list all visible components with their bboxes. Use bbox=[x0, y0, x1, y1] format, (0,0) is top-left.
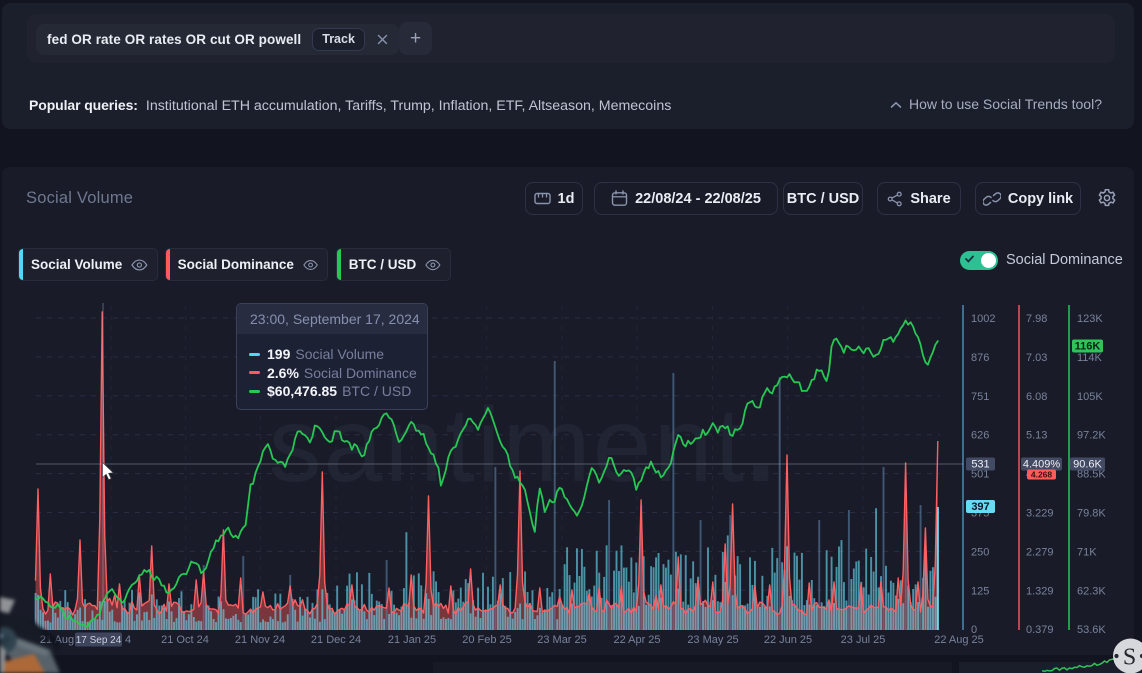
svg-text:397: 397 bbox=[971, 501, 989, 513]
svg-text:23 May 25: 23 May 25 bbox=[687, 634, 738, 646]
svg-text:1002: 1002 bbox=[971, 313, 995, 325]
svg-text:6.08: 6.08 bbox=[1026, 391, 1047, 403]
svg-text:4: 4 bbox=[125, 634, 131, 646]
svg-text:626: 626 bbox=[971, 430, 989, 442]
svg-text:71K: 71K bbox=[1077, 546, 1097, 558]
svg-text:17 Sep 24: 17 Sep 24 bbox=[76, 635, 122, 646]
svg-text:0: 0 bbox=[971, 624, 977, 636]
svg-text:123K: 123K bbox=[1077, 313, 1103, 325]
svg-text:20 Feb 25: 20 Feb 25 bbox=[462, 634, 512, 646]
svg-text:79.8K: 79.8K bbox=[1077, 508, 1106, 520]
svg-text:0.379: 0.379 bbox=[1026, 624, 1054, 636]
svg-text:22 Apr 25: 22 Apr 25 bbox=[613, 634, 660, 646]
svg-text:7.03: 7.03 bbox=[1026, 352, 1047, 364]
svg-text:114K: 114K bbox=[1077, 352, 1103, 364]
svg-text:53.6K: 53.6K bbox=[1077, 624, 1106, 636]
svg-text:S: S bbox=[1123, 645, 1136, 671]
svg-text:876: 876 bbox=[971, 352, 989, 364]
svg-text:531: 531 bbox=[971, 459, 989, 471]
svg-text:105K: 105K bbox=[1077, 391, 1103, 403]
svg-text:97.2K: 97.2K bbox=[1077, 430, 1106, 442]
svg-text:250: 250 bbox=[971, 546, 989, 558]
svg-text:21 Nov 24: 21 Nov 24 bbox=[235, 634, 285, 646]
svg-text:2.279: 2.279 bbox=[1026, 546, 1054, 558]
svg-text:21 Dec 24: 21 Dec 24 bbox=[311, 634, 361, 646]
svg-text:21 Oct 24: 21 Oct 24 bbox=[161, 634, 209, 646]
svg-text:116K: 116K bbox=[1075, 341, 1101, 353]
svg-text:751: 751 bbox=[971, 391, 989, 403]
svg-text:90.6K: 90.6K bbox=[1073, 459, 1102, 471]
svg-text:1.329: 1.329 bbox=[1026, 585, 1054, 597]
svg-text:125: 125 bbox=[971, 585, 989, 597]
svg-text:21 Jan 25: 21 Jan 25 bbox=[388, 634, 436, 646]
svg-text:22 Jun 25: 22 Jun 25 bbox=[764, 634, 812, 646]
svg-text:4.268: 4.268 bbox=[1031, 470, 1053, 480]
svg-text:3.229: 3.229 bbox=[1026, 508, 1054, 520]
svg-text:5.13: 5.13 bbox=[1026, 430, 1047, 442]
svg-text:23 Mar 25: 23 Mar 25 bbox=[537, 634, 587, 646]
svg-text:62.3K: 62.3K bbox=[1077, 585, 1106, 597]
svg-text:7.98: 7.98 bbox=[1026, 313, 1047, 325]
svg-text:23 Jul 25: 23 Jul 25 bbox=[841, 634, 886, 646]
